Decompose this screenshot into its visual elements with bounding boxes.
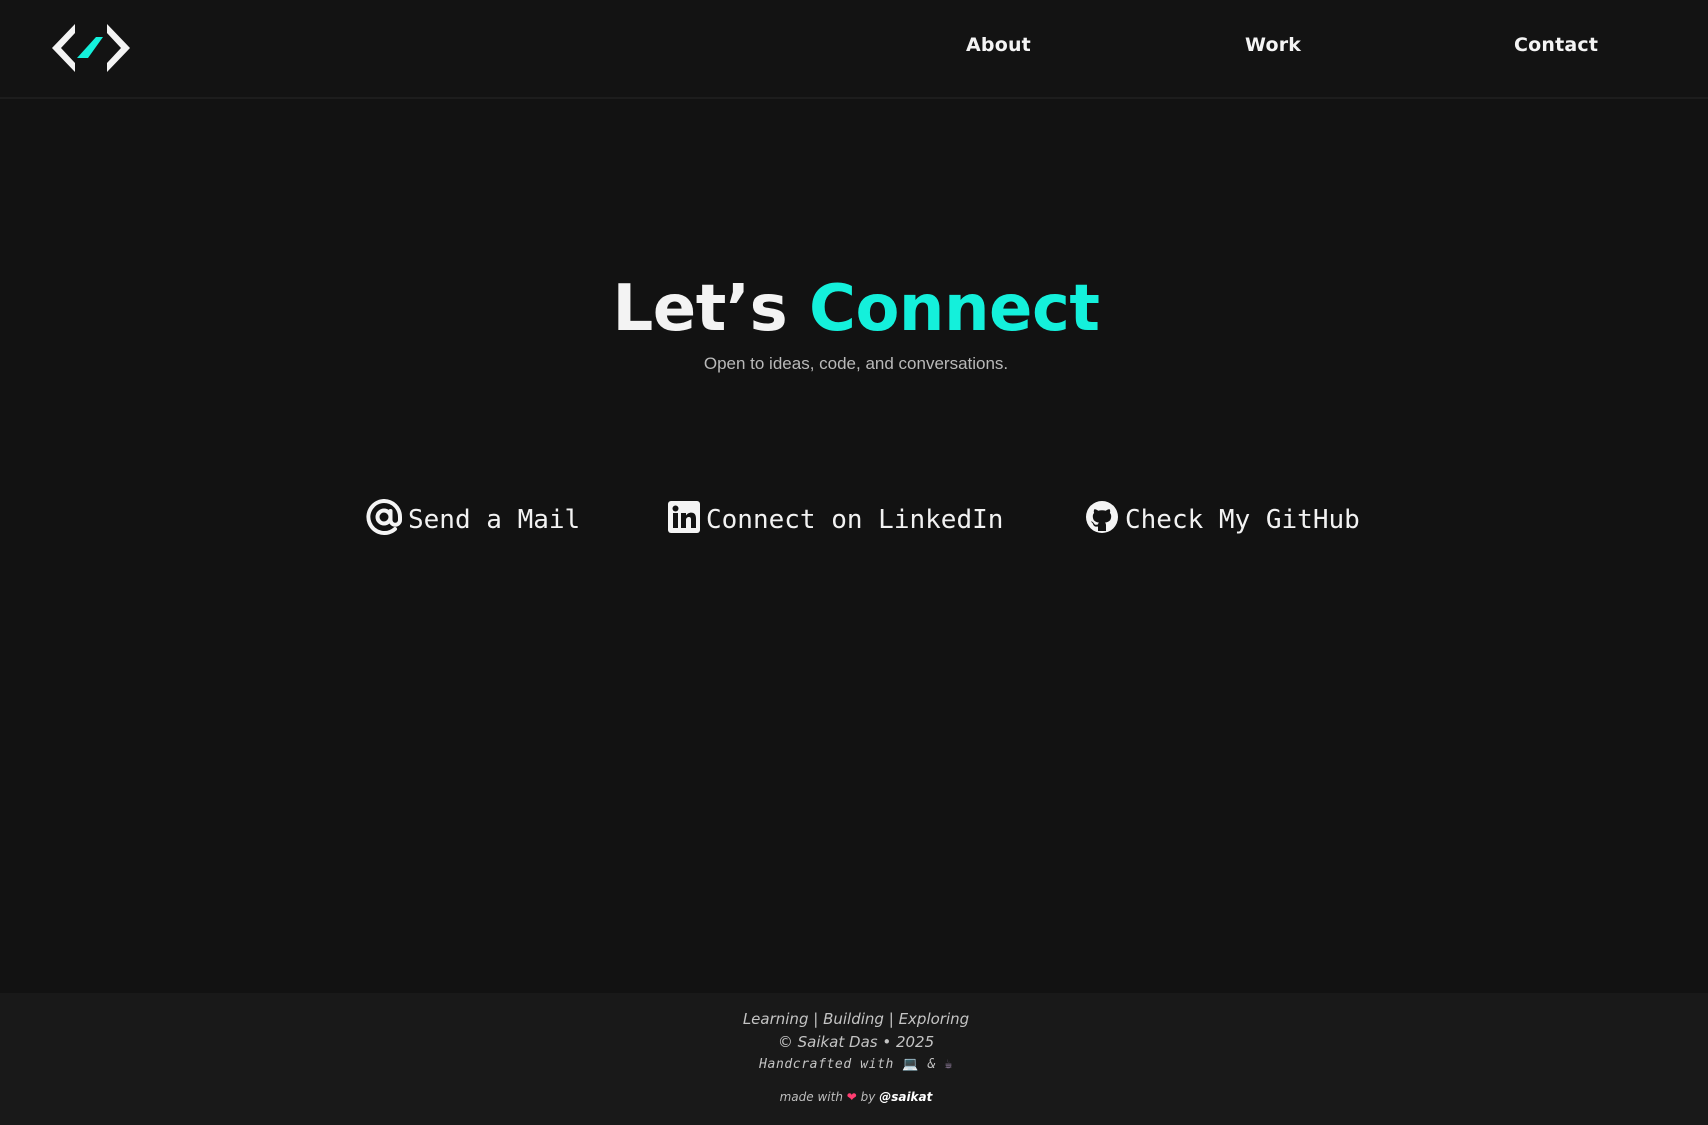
page-subtitle: Open to ideas, code, and conversations. [703,354,1009,373]
tagline-building: Building [823,1010,884,1028]
tagline-separator: | [888,1010,894,1028]
footer-copyright: © Saikat Das • 2025 [777,1033,935,1051]
laptop-icon: 💻 [902,1057,920,1072]
made-with-text: made with [779,1090,843,1104]
title-lets: Let’s [612,272,788,346]
send-mail-label: Send a Mail [408,505,581,535]
author-handle-link[interactable]: @saikat [879,1090,932,1104]
github-icon [1085,500,1119,541]
page-title: Let’s Connect [0,268,1708,350]
nav-link-about[interactable]: About [966,34,1031,56]
site-footer: Learning | Building | Exploring © Saikat… [0,993,1708,1125]
footer-made-with: made with ❤ by @saikat [0,1090,1708,1104]
footer-handcrafted: Handcrafted with 💻 & ☕ [0,1057,1708,1072]
tagline-learning: Learning [742,1010,809,1028]
title-connect: Connect [808,272,1100,346]
footer-tagline: Learning | Building | Exploring [0,1010,1708,1028]
ampersand-text: & [927,1057,937,1072]
linkedin-icon [668,500,700,540]
by-text: by [860,1090,876,1104]
github-label: Check My GitHub [1125,505,1360,535]
code-brackets-logo-icon[interactable] [50,22,132,74]
nav-link-work[interactable]: Work [1245,34,1301,56]
page: About Work Contact Let’s Connect Open to… [0,0,1708,1125]
site-header: About Work Contact [0,0,1708,99]
tagline-exploring: Exploring [898,1010,970,1028]
tagline-separator: | [813,1010,819,1028]
linkedin-link[interactable]: Connect on LinkedIn [668,500,1003,540]
handcrafted-text: Handcrafted with [759,1057,894,1072]
send-mail-link[interactable]: Send a Mail [366,498,581,542]
coffee-icon: ☕ [944,1057,953,1072]
linkedin-label: Connect on LinkedIn [706,505,1004,535]
nav-link-contact[interactable]: Contact [1514,34,1598,56]
at-sign-icon [366,498,402,542]
github-link[interactable]: Check My GitHub [1085,500,1360,540]
heart-icon: ❤ [846,1090,857,1104]
